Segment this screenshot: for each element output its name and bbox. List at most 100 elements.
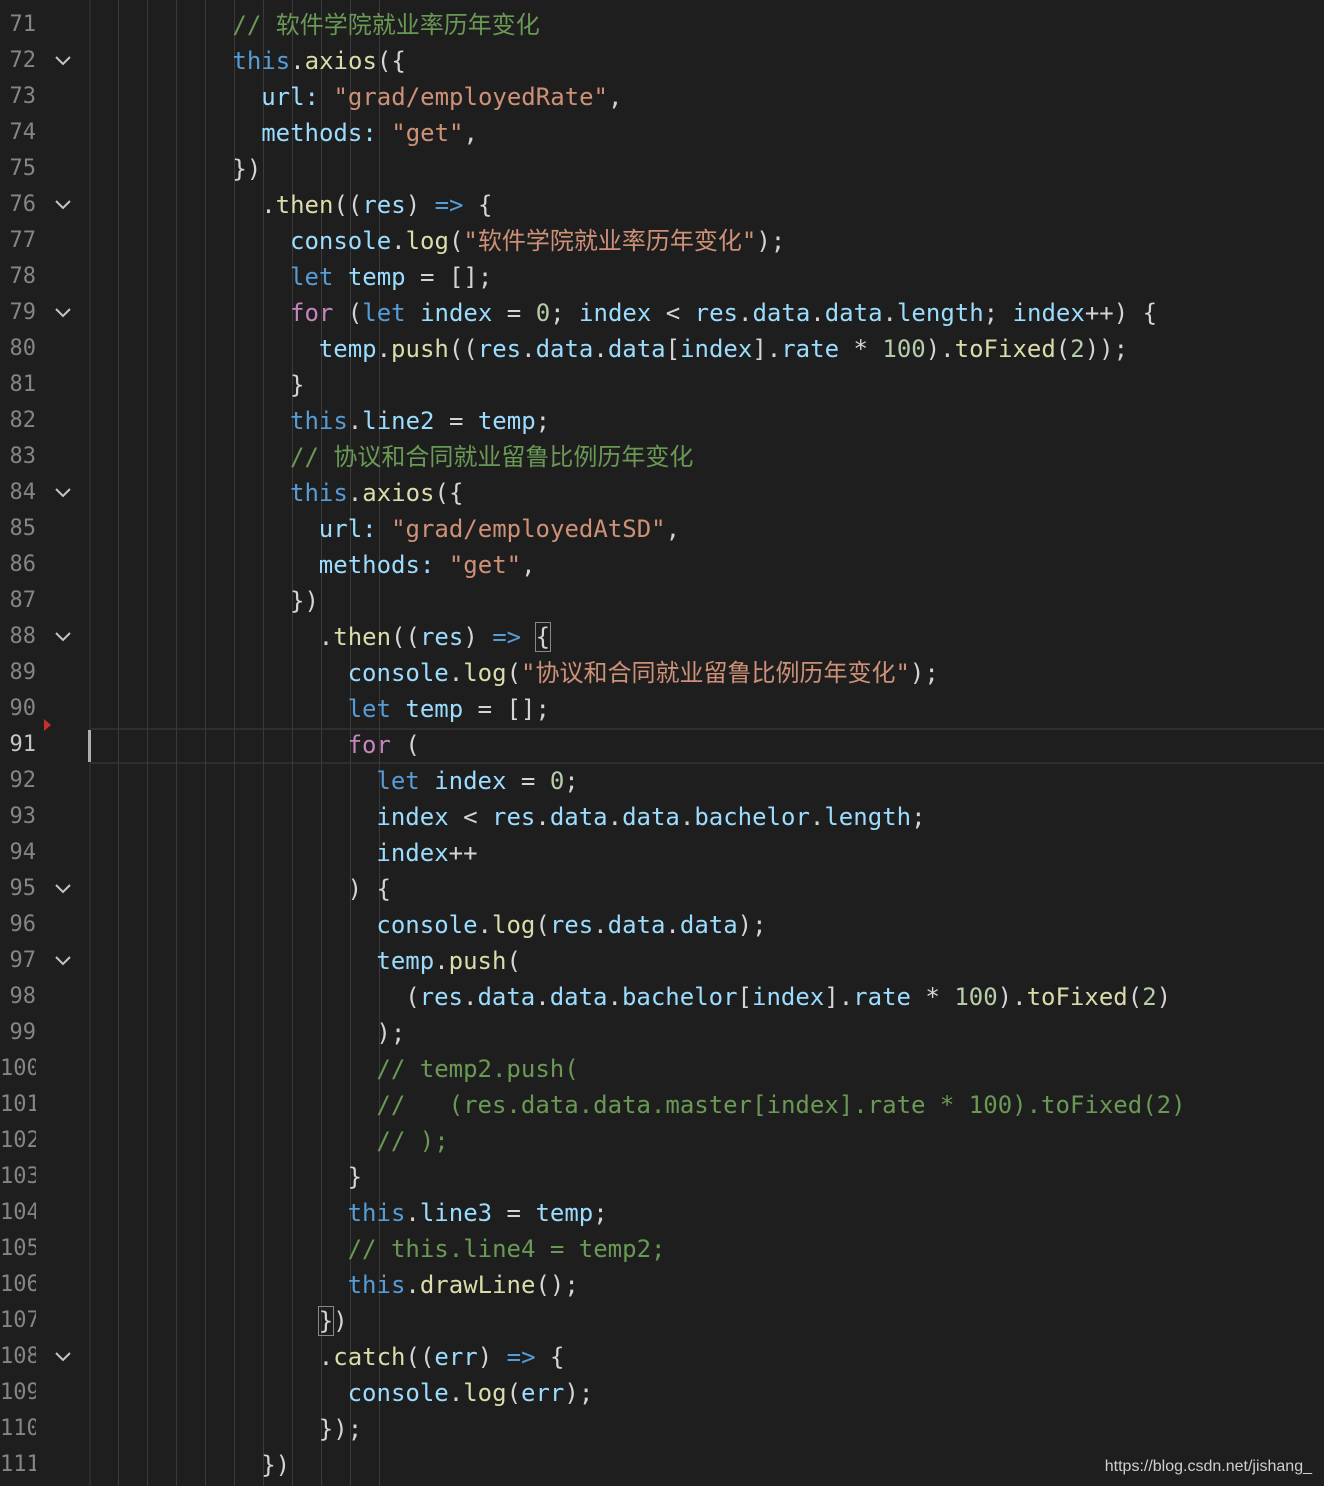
code-token: . [593,911,608,939]
code-text[interactable]: }) [232,151,261,187]
code-line[interactable]: 98 (res.data.data.bachelor[index].rate * … [0,979,1324,1015]
code-text[interactable]: this.drawLine(); [348,1267,579,1303]
code-text[interactable]: temp.push( [376,943,521,979]
code-text[interactable]: console.log(res.data.data); [376,907,766,943]
code-text[interactable]: let temp = []; [290,259,492,295]
code-text[interactable]: this.line2 = temp; [290,403,550,439]
code-line[interactable]: 77 console.log("软件学院就业率历年变化"); [0,223,1324,259]
code-text[interactable]: url: "grad/employedRate", [261,79,622,115]
code-text[interactable]: }) [261,1447,290,1483]
code-line[interactable]: 109 console.log(err); [0,1375,1324,1411]
code-line[interactable]: 108 .catch((err) => { [0,1339,1324,1375]
code-text[interactable]: ) { [348,871,391,907]
code-text[interactable]: // this.line4 = temp2; [348,1231,666,1267]
code-line[interactable]: 94 index++ [0,835,1324,871]
code-line[interactable]: 110}); [0,1411,1324,1447]
code-token: 0 [535,299,551,327]
chevron-down-icon[interactable] [54,1348,72,1366]
code-text[interactable]: }) [290,583,319,619]
code-line[interactable]: 101 // (res.data.data.master[index].rate … [0,1087,1324,1123]
code-line[interactable]: 107}) [0,1303,1324,1339]
code-line[interactable]: 83 // 协议和合同就业留鲁比例历年变化 [0,439,1324,475]
code-line[interactable]: 84 this.axios({ [0,475,1324,511]
code-text[interactable]: let index = 0; [376,763,578,799]
chevron-down-icon[interactable] [54,304,72,322]
code-text[interactable]: .then((res) => { [319,619,552,655]
code-line[interactable]: 88 .then((res) => { [0,619,1324,655]
code-text[interactable]: methods: "get", [261,115,478,151]
code-token: data [824,299,883,327]
code-token: bachelor [694,803,810,831]
code-token: [ [665,335,681,363]
code-line[interactable]: 106 this.drawLine(); [0,1267,1324,1303]
code-text[interactable]: .catch((err) => { [319,1339,565,1375]
code-line[interactable]: 71 // 软件学院就业率历年变化 [0,7,1324,43]
code-text[interactable]: for (let index = 0; index < res.data.dat… [290,295,1157,331]
code-line[interactable]: 85 url: "grad/employedAtSD", [0,511,1324,547]
code-text[interactable]: index < res.data.data.bachelor.length; [376,799,925,835]
code-line[interactable]: 105 // this.line4 = temp2; [0,1231,1324,1267]
code-text[interactable]: let temp = []; [348,691,550,727]
code-token: , [665,515,681,543]
code-text[interactable]: } [290,367,304,403]
code-line[interactable]: 75}) [0,151,1324,187]
code-line[interactable]: 78 let temp = []; [0,259,1324,295]
code-text[interactable]: index++ [376,835,477,871]
code-editor[interactable]: 71 // 软件学院就业率历年变化 72 this.axios({73 url: "gr… [0,0,1324,1486]
code-text[interactable]: ); [376,1015,405,1051]
code-text[interactable]: url: "grad/employedAtSD", [319,511,680,547]
code-text[interactable]: for ( [348,727,420,763]
chevron-down-icon[interactable] [54,196,72,214]
code-text[interactable]: }); [319,1411,362,1447]
chevron-down-icon[interactable] [54,628,72,646]
chevron-down-icon[interactable] [54,52,72,70]
code-text[interactable]: this.axios({ [232,43,405,79]
code-text[interactable]: } [348,1159,362,1195]
code-text[interactable]: this.axios({ [290,475,463,511]
code-line[interactable]: 103} [0,1159,1324,1195]
code-text[interactable]: console.log(err); [348,1375,594,1411]
code-line[interactable]: 79 for (let index = 0; index < res.data.d… [0,295,1324,331]
code-text[interactable]: temp.push((res.data.data[index].rate * 1… [319,331,1128,367]
code-line[interactable]: 96 console.log(res.data.data); [0,907,1324,943]
code-line[interactable]: 95) { [0,871,1324,907]
code-text[interactable]: // temp2.push( [376,1051,578,1087]
code-line[interactable]: 102 // ); [0,1123,1324,1159]
code-text[interactable]: methods: "get", [319,547,536,583]
code-line[interactable]: 81} [0,367,1324,403]
code-text[interactable]: console.log("软件学院就业率历年变化"); [290,223,785,259]
code-line[interactable]: 80 temp.push((res.data.data[index].rate *… [0,331,1324,367]
code-line[interactable]: 76 .then((res) => { [0,187,1324,223]
code-line[interactable]: 74 methods: "get", [0,115,1324,151]
code-line[interactable]: 82 this.line2 = temp; [0,403,1324,439]
chevron-down-icon[interactable] [54,484,72,502]
code-line[interactable]: 72 this.axios({ [0,43,1324,79]
code-text[interactable]: .then((res) => { [261,187,492,223]
code-line[interactable]: 104 this.line3 = temp; [0,1195,1324,1231]
code-text[interactable]: this.line3 = temp; [348,1195,608,1231]
code-token: } [317,1306,335,1336]
line-number: 71 [9,12,37,37]
code-line[interactable]: 73 url: "grad/employedRate", [0,79,1324,115]
code-line[interactable]: 90 let temp = []; [0,691,1324,727]
code-text[interactable]: // 软件学院就业率历年变化 [232,7,539,43]
code-line[interactable]: 97 temp.push( [0,943,1324,979]
chevron-down-icon[interactable] [54,880,72,898]
code-line[interactable]: 89 console.log("协议和合同就业留鲁比例历年变化"); [0,655,1324,691]
code-line[interactable]: 86 methods: "get", [0,547,1324,583]
code-line[interactable]: 99); [0,1015,1324,1051]
code-line[interactable]: 93 index < res.data.data.bachelor.length; [0,799,1324,835]
code-text[interactable]: console.log("协议和合同就业留鲁比例历年变化"); [348,655,939,691]
code-line[interactable]: 92 let index = 0; [0,763,1324,799]
code-line[interactable]: 91 for ( [0,727,1324,763]
code-text[interactable]: }) [317,1303,348,1339]
code-text[interactable]: // (res.data.data.master[index].rate * 1… [376,1087,1185,1123]
chevron-down-icon[interactable] [54,952,72,970]
code-text[interactable]: // 协议和合同就业留鲁比例历年变化 [290,439,693,475]
code-line[interactable]: 87}) [0,583,1324,619]
code-token: => [492,623,522,651]
code-line[interactable]: 100 // temp2.push( [0,1051,1324,1087]
code-token: let [347,695,391,723]
code-text[interactable]: // ); [376,1123,448,1159]
code-text[interactable]: (res.data.data.bachelor[index].rate * 10… [405,979,1171,1015]
